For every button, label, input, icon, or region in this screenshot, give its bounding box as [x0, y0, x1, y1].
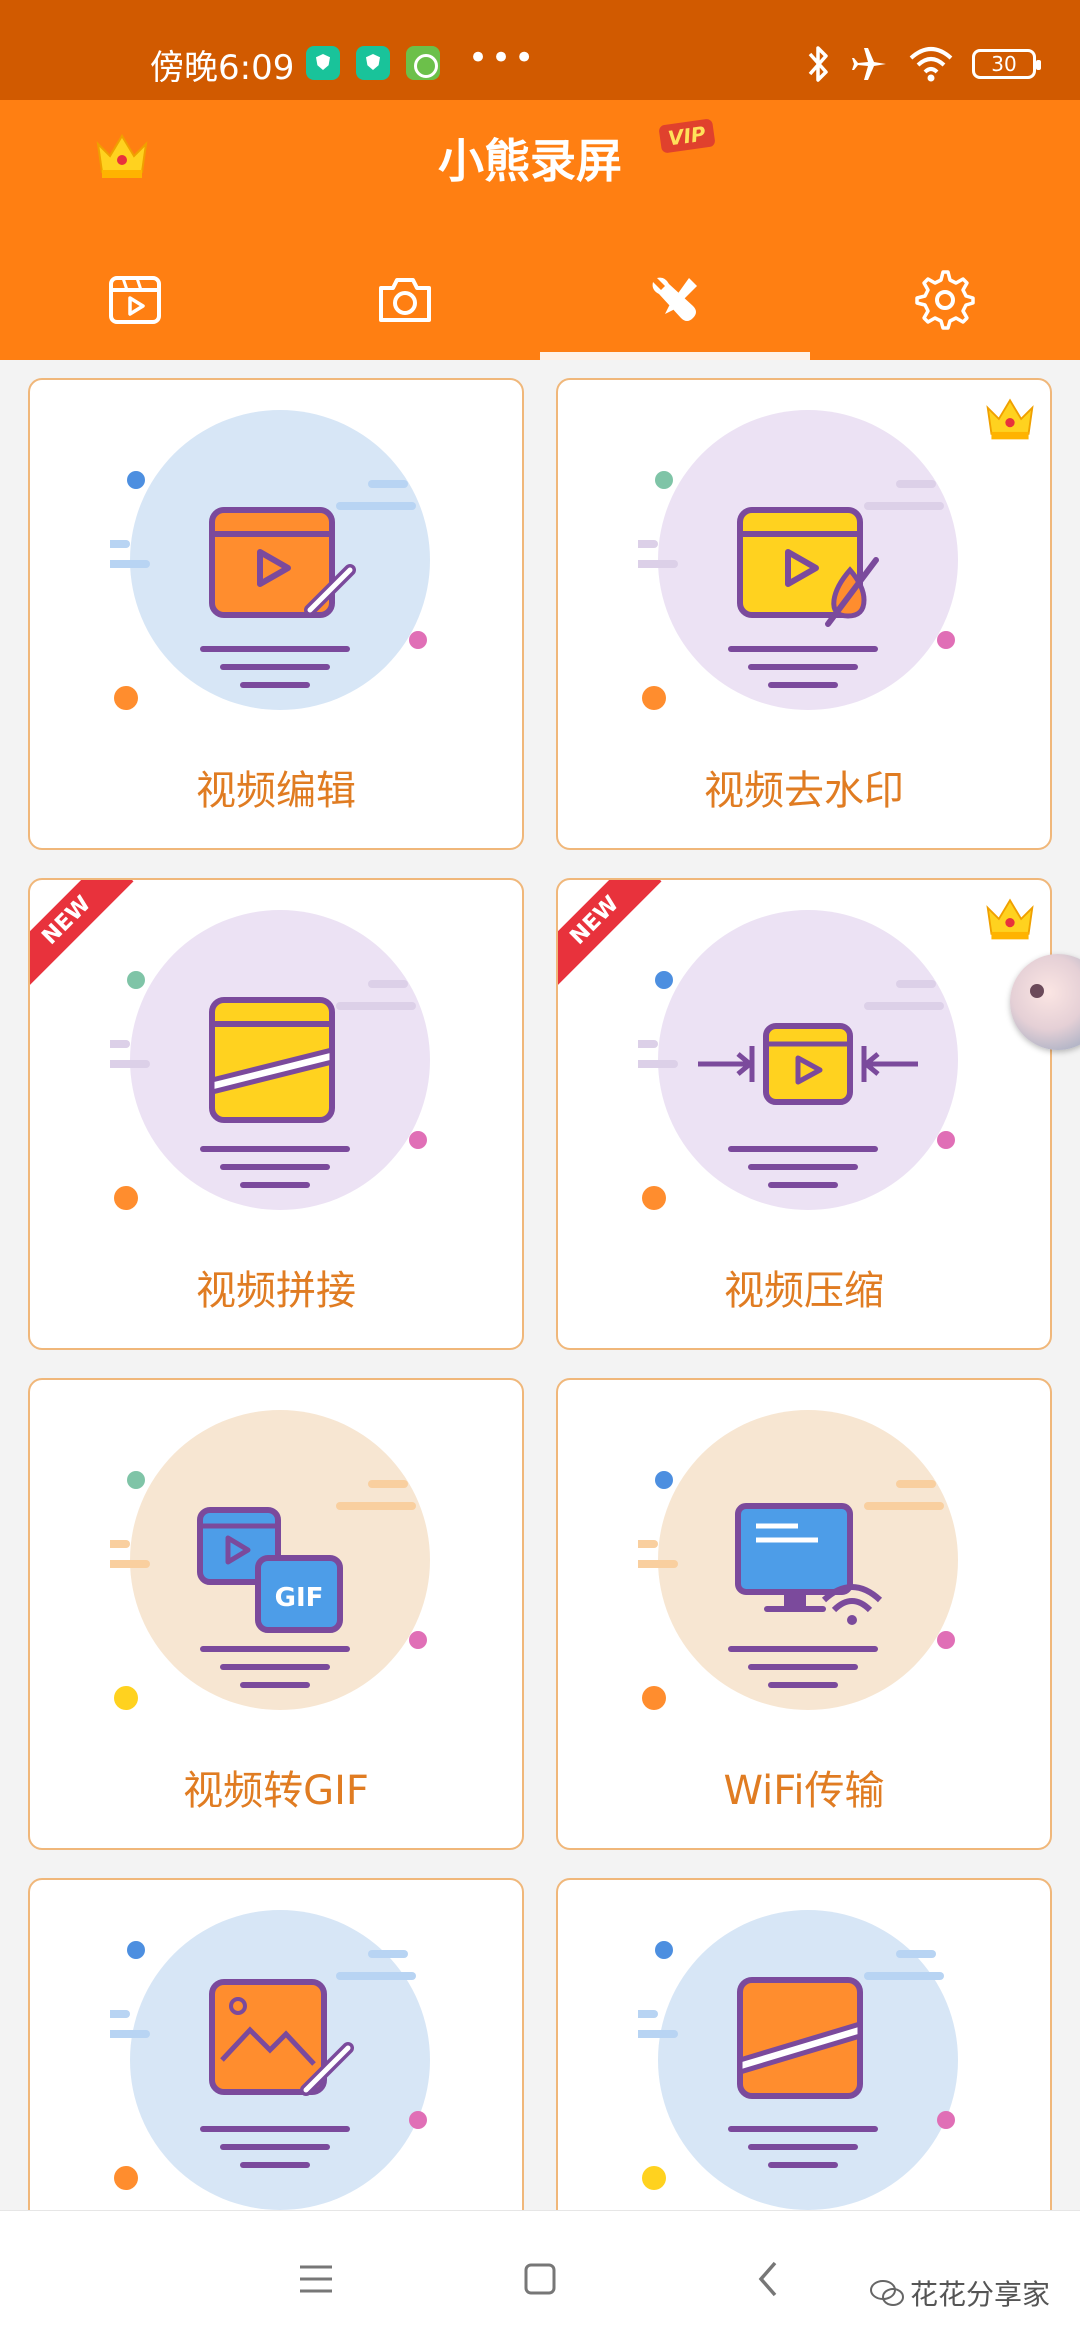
- video-to-gif-illustration: GIF: [110, 1410, 430, 1710]
- home-nav-button[interactable]: [510, 2249, 570, 2309]
- video-merge-illustration: [110, 910, 430, 1210]
- new-ribbon: NEW: [30, 880, 140, 990]
- gear-icon: [915, 270, 975, 330]
- square-home-icon: [524, 2263, 556, 2295]
- film-icon: [109, 276, 161, 324]
- tool-card-remove-watermark[interactable]: 视频去水印: [556, 378, 1052, 850]
- back-chevron-icon: [758, 2261, 777, 2297]
- image-merge-illustration: [638, 1910, 958, 2210]
- tool-card-image-edit[interactable]: [28, 1878, 524, 2210]
- main-tab-bar: [0, 240, 1080, 360]
- new-ribbon-text: NEW: [558, 880, 662, 988]
- gif-text: GIF: [275, 1583, 324, 1613]
- video-edit-illustration: [110, 410, 430, 710]
- notification-app-icon: [406, 46, 440, 80]
- tool-card-label: WiFi传输: [723, 1768, 885, 1814]
- video-compress-illustration: [638, 910, 958, 1210]
- image-edit-illustration: [110, 1910, 430, 2210]
- tool-card-video-merge[interactable]: NEW 视频拼接: [28, 878, 524, 1350]
- tab-video-list[interactable]: [0, 240, 270, 360]
- tool-card-label: 视频编辑: [196, 768, 356, 814]
- airplane-mode-icon: [852, 48, 886, 80]
- crown-icon: [986, 898, 1034, 940]
- tool-card-image-merge[interactable]: [556, 1878, 1052, 2210]
- tool-card-video-to-gif[interactable]: GIF 视频转GIF: [28, 1378, 524, 1850]
- tab-settings[interactable]: [810, 240, 1080, 360]
- battery-indicator: 30: [972, 49, 1041, 79]
- status-bar: 傍晚6:09 ••• 30: [0, 0, 1080, 100]
- tools-icon: [652, 277, 697, 321]
- more-notifications-icon: •••: [468, 38, 538, 78]
- menu-icon: [300, 2265, 332, 2293]
- wechat-icon: [870, 2280, 904, 2306]
- app-title: 小熊录屏: [438, 134, 622, 188]
- battery-level: 30: [991, 52, 1017, 76]
- remove-watermark-illustration: [638, 410, 958, 710]
- wifi-icon: [909, 47, 953, 82]
- tools-grid: 视频编辑 视频去水印 NEW 视频拼接 NEW 视频压缩 GIF 视频转GIF …: [0, 360, 1080, 2210]
- vip-crown-badge: [984, 394, 1036, 446]
- app-root: 傍晚6:09 ••• 30 小熊录屏 VIP 视频编辑 视频去水印 NEW 视频…: [0, 0, 1080, 2340]
- tool-card-label: 视频压缩: [724, 1268, 884, 1314]
- tool-card-wifi-transfer[interactable]: WiFi传输: [556, 1378, 1052, 1850]
- wifi-transfer-illustration: [638, 1410, 958, 1710]
- status-time: 傍晚6:09: [150, 48, 295, 88]
- back-nav-button[interactable]: [738, 2249, 798, 2309]
- new-ribbon: NEW: [558, 880, 668, 990]
- crown-icon: [986, 398, 1034, 440]
- shield-icon: [356, 46, 390, 80]
- bluetooth-icon: [808, 46, 828, 82]
- new-ribbon-text: NEW: [30, 880, 134, 988]
- tool-card-video-edit[interactable]: 视频编辑: [28, 378, 524, 850]
- tool-card-label: 视频拼接: [196, 1268, 356, 1314]
- shield-icon: [306, 46, 340, 80]
- tool-card-video-compress[interactable]: NEW 视频压缩: [556, 878, 1052, 1350]
- menu-nav-button[interactable]: [286, 2249, 346, 2309]
- app-header: 小熊录屏 VIP: [0, 100, 1080, 360]
- status-icons: 30: [804, 44, 1041, 84]
- camera-icon: [379, 278, 431, 322]
- tool-card-label: 视频去水印: [704, 768, 904, 814]
- watermark-text: 花花分享家: [910, 2278, 1051, 2311]
- tool-card-label: 视频转GIF: [183, 1768, 369, 1814]
- tab-screenshot[interactable]: [270, 240, 540, 360]
- watermark: 花花分享家: [870, 2273, 1050, 2313]
- vip-crown-badge: [984, 894, 1036, 946]
- tab-tools[interactable]: [540, 240, 810, 360]
- system-navigation-bar: 花花分享家: [0, 2210, 1080, 2340]
